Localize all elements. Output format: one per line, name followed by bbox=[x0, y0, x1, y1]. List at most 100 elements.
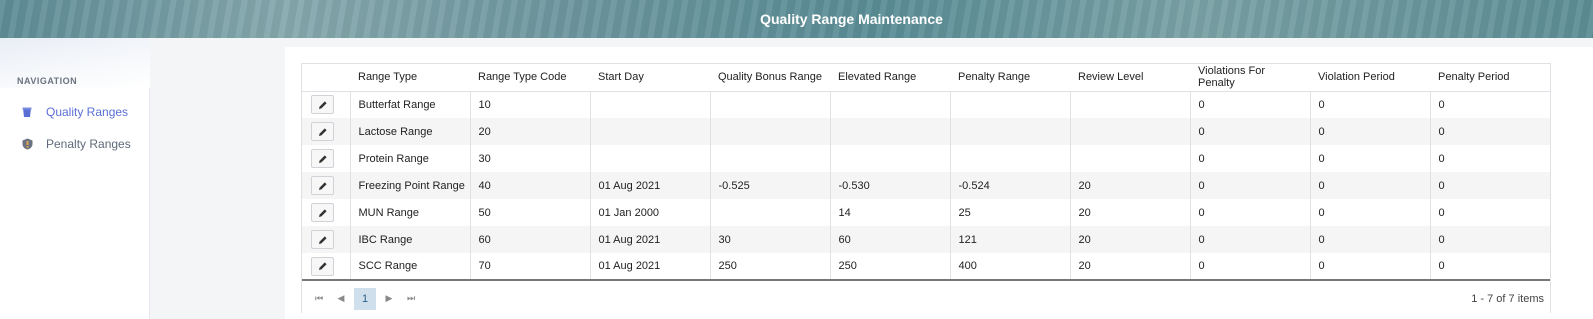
quality-ranges-grid: Range Type Range Type Code Start Day Qua… bbox=[301, 63, 1551, 313]
column-header-review-level[interactable]: Review Level bbox=[1070, 64, 1190, 92]
table-cell bbox=[1069, 145, 1190, 172]
table-cell: IBC Range bbox=[349, 226, 470, 253]
column-header-penalty-period[interactable]: Penalty Period bbox=[1430, 64, 1550, 92]
sidebar-item-label: Quality Ranges bbox=[46, 105, 129, 119]
edit-button[interactable] bbox=[311, 203, 334, 222]
table-row: Butterfat Range 10 0 0 0 bbox=[302, 91, 1550, 118]
table-cell: 20 bbox=[469, 118, 590, 145]
table-cell: 0 bbox=[1429, 91, 1550, 118]
column-header-actions bbox=[302, 64, 350, 92]
sidebar-item-quality-ranges[interactable]: Quality Ranges bbox=[20, 103, 128, 121]
table-cell: 0 bbox=[1309, 91, 1430, 118]
table-cell bbox=[829, 91, 950, 118]
table-body: Butterfat Range 10 0 0 0 Lactose Range 2… bbox=[302, 91, 1550, 281]
table-cell: Butterfat Range bbox=[349, 91, 470, 118]
edit-button[interactable] bbox=[311, 176, 334, 195]
table-cell bbox=[829, 145, 950, 172]
table-row: Freezing Point Range 40 01 Aug 2021 -0.5… bbox=[302, 172, 1550, 199]
table-cell bbox=[949, 91, 1070, 118]
table-cell: 0 bbox=[1429, 145, 1550, 172]
pencil-icon bbox=[318, 262, 327, 270]
pagination-info: 1 - 7 of 7 items bbox=[1471, 292, 1544, 305]
edit-button[interactable] bbox=[311, 95, 334, 115]
table-cell bbox=[1069, 91, 1190, 118]
next-page-button[interactable]: ▶ bbox=[378, 288, 400, 310]
actions-cell bbox=[302, 118, 350, 145]
edit-button[interactable] bbox=[311, 149, 334, 168]
navigation-heading: NAVIGATION bbox=[17, 76, 78, 86]
table-cell: 0 bbox=[1189, 199, 1310, 226]
table-row: Protein Range 30 0 0 0 bbox=[302, 145, 1550, 172]
column-header-range-type[interactable]: Range Type bbox=[350, 64, 470, 92]
table-cell: -0.524 bbox=[949, 172, 1070, 199]
edit-button[interactable] bbox=[311, 122, 334, 141]
edit-button[interactable] bbox=[311, 256, 334, 276]
actions-cell bbox=[302, 145, 350, 172]
table-cell: 60 bbox=[829, 226, 950, 253]
table-cell: 20 bbox=[1069, 226, 1190, 253]
actions-cell bbox=[302, 172, 350, 199]
table-row: SCC Range 70 01 Aug 2021 250 250 400 20 … bbox=[302, 253, 1550, 281]
main-content: Range Type Range Type Code Start Day Qua… bbox=[285, 47, 1593, 319]
table-cell bbox=[589, 118, 710, 145]
table-cell: 400 bbox=[949, 253, 1070, 281]
table-cell: 0 bbox=[1309, 118, 1430, 145]
table-cell: Protein Range bbox=[349, 145, 470, 172]
column-header-violation-period[interactable]: Violation Period bbox=[1310, 64, 1430, 92]
table-cell: Freezing Point Range bbox=[349, 172, 470, 199]
edit-button[interactable] bbox=[311, 230, 334, 249]
last-page-button[interactable]: ⏭ bbox=[400, 288, 422, 310]
table-cell: 0 bbox=[1189, 253, 1310, 281]
table-cell: 0 bbox=[1429, 118, 1550, 145]
table-cell: 250 bbox=[709, 253, 830, 281]
previous-page-button[interactable]: ◀ bbox=[330, 288, 352, 310]
table-cell: 01 Aug 2021 bbox=[589, 253, 710, 281]
bucket-icon bbox=[20, 105, 34, 119]
table-cell: 0 bbox=[1309, 199, 1430, 226]
table-cell: 01 Aug 2021 bbox=[589, 226, 710, 253]
table-cell: 0 bbox=[1429, 172, 1550, 199]
table-cell: 0 bbox=[1189, 118, 1310, 145]
table-cell: 0 bbox=[1189, 226, 1310, 253]
table-cell bbox=[709, 118, 830, 145]
column-header-start-day[interactable]: Start Day bbox=[590, 64, 710, 92]
column-header-quality-bonus-range[interactable]: Quality Bonus Range bbox=[710, 64, 830, 92]
table-cell: SCC Range bbox=[349, 253, 470, 281]
data-table: Range Type Range Type Code Start Day Qua… bbox=[302, 64, 1550, 281]
table-cell: 121 bbox=[949, 226, 1070, 253]
column-header-elevated-range[interactable]: Elevated Range bbox=[830, 64, 950, 92]
table-cell: 14 bbox=[829, 199, 950, 226]
first-page-button[interactable]: ⏮ bbox=[308, 288, 330, 310]
column-header-penalty-range[interactable]: Penalty Range bbox=[950, 64, 1070, 92]
pencil-icon bbox=[318, 127, 327, 136]
table-cell: 250 bbox=[829, 253, 950, 281]
pencil-icon bbox=[318, 154, 327, 163]
table-cell: 0 bbox=[1429, 199, 1550, 226]
table-cell: 50 bbox=[469, 199, 590, 226]
table-cell: 0 bbox=[1189, 91, 1310, 118]
table-cell: -0.530 bbox=[829, 172, 950, 199]
table-cell: 70 bbox=[469, 253, 590, 281]
pencil-icon bbox=[318, 181, 327, 190]
table-cell: 30 bbox=[709, 226, 830, 253]
column-header-range-type-code[interactable]: Range Type Code bbox=[470, 64, 590, 92]
pencil-icon bbox=[318, 208, 327, 217]
table-cell: 0 bbox=[1189, 145, 1310, 172]
pagination-bar: ⏮ ◀ 1 ▶ ⏭ 1 - 7 of 7 items bbox=[302, 283, 1550, 314]
table-cell: MUN Range bbox=[349, 199, 470, 226]
sidebar-item-penalty-ranges[interactable]: Penalty Ranges bbox=[20, 135, 131, 153]
shield-icon bbox=[20, 137, 34, 151]
page-number-button[interactable]: 1 bbox=[354, 287, 376, 310]
table-cell: 25 bbox=[949, 199, 1070, 226]
app-header: Quality Range Maintenance bbox=[0, 0, 1593, 38]
page-title: Quality Range Maintenance bbox=[760, 11, 943, 27]
table-cell: 0 bbox=[1309, 226, 1430, 253]
column-header-violations-for-penalty[interactable]: Violations For Penalty bbox=[1190, 64, 1310, 92]
table-cell: 0 bbox=[1429, 253, 1550, 281]
table-cell: 0 bbox=[1309, 145, 1430, 172]
table-row: Lactose Range 20 0 0 0 bbox=[302, 118, 1550, 145]
table-cell: 01 Aug 2021 bbox=[589, 172, 710, 199]
table-cell: 20 bbox=[1069, 199, 1190, 226]
actions-cell bbox=[302, 91, 350, 118]
table-cell: 0 bbox=[1429, 226, 1550, 253]
